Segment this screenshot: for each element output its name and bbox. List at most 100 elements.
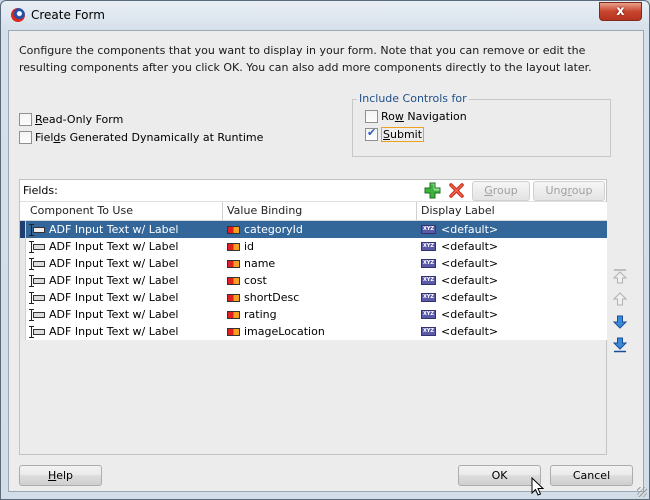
cell-display-label[interactable]: XYZ <default> bbox=[417, 289, 607, 306]
ungroup-button[interactable]: Ungroup bbox=[533, 181, 605, 201]
fields-toolbar: Fields: Group Ungroup bbox=[20, 180, 606, 202]
label-xyz-icon: XYZ bbox=[421, 259, 436, 268]
row-header[interactable] bbox=[20, 323, 26, 340]
row-header[interactable] bbox=[20, 221, 26, 238]
binding-text: categoryId bbox=[244, 223, 303, 236]
input-text-icon bbox=[29, 308, 46, 321]
display-label-text: <default> bbox=[441, 257, 499, 270]
include-controls-group: Include Controls for Row Navigation Subm… bbox=[352, 92, 611, 157]
cell-component[interactable]: ADF Input Text w/ Label bbox=[20, 272, 223, 289]
close-button[interactable]: x bbox=[599, 2, 642, 21]
cell-binding[interactable]: categoryId bbox=[223, 221, 417, 238]
cell-binding[interactable]: shortDesc bbox=[223, 289, 417, 306]
title-bar[interactable]: Create Form x bbox=[1, 1, 649, 29]
table-row[interactable]: ADF Input Text w/ Label imageLocation XYZ <… bbox=[20, 323, 607, 340]
cell-component[interactable]: ADF Input Text w/ Label bbox=[20, 255, 223, 272]
intro-text: Configure the components that you want t… bbox=[19, 44, 592, 74]
component-text: ADF Input Text w/ Label bbox=[49, 257, 179, 270]
cell-display-label[interactable]: XYZ <default> bbox=[417, 272, 607, 289]
row-header[interactable] bbox=[20, 272, 26, 289]
mouse-cursor-icon bbox=[531, 477, 545, 496]
table-row[interactable]: ADF Input Text w/ Label cost XYZ <default> bbox=[20, 272, 607, 289]
input-text-icon bbox=[29, 274, 46, 287]
display-label-text: <default> bbox=[441, 308, 499, 321]
row-header[interactable] bbox=[20, 289, 26, 306]
fields-dynamic-checkbox[interactable]: Fields Generated Dynamically at Runtime bbox=[19, 131, 263, 144]
submit-checkbox[interactable]: Submit bbox=[365, 126, 425, 142]
checkbox-box-checked[interactable] bbox=[365, 126, 378, 141]
cell-binding[interactable]: imageLocation bbox=[223, 323, 417, 340]
input-text-icon bbox=[29, 240, 46, 253]
read-only-form-checkbox[interactable]: Read-Only Form bbox=[19, 113, 123, 126]
cell-component[interactable]: ADF Input Text w/ Label bbox=[20, 306, 223, 323]
cell-display-label[interactable]: XYZ <default> bbox=[417, 238, 607, 255]
move-to-bottom-icon[interactable] bbox=[612, 337, 628, 353]
display-label-text: <default> bbox=[441, 274, 499, 287]
column-header-label[interactable]: Display Label bbox=[417, 202, 607, 220]
cell-component[interactable]: ADF Input Text w/ Label bbox=[20, 289, 223, 306]
move-to-top-icon[interactable] bbox=[612, 268, 628, 284]
cell-display-label[interactable]: XYZ <default> bbox=[417, 306, 607, 323]
attribute-icon bbox=[227, 225, 240, 234]
attribute-icon bbox=[227, 327, 240, 336]
attribute-icon bbox=[227, 276, 240, 285]
label-xyz-icon: XYZ bbox=[421, 293, 436, 302]
row-header[interactable] bbox=[20, 306, 26, 323]
checkbox-box[interactable] bbox=[19, 131, 32, 144]
attribute-icon bbox=[227, 242, 240, 251]
component-text: ADF Input Text w/ Label bbox=[49, 240, 179, 253]
checkbox-label: Fields Generated Dynamically at Runtime bbox=[35, 131, 264, 144]
fields-panel: Fields: Group Ungroup Component To Use V… bbox=[19, 179, 607, 455]
column-header-binding[interactable]: Value Binding bbox=[223, 202, 417, 220]
label-xyz-icon: XYZ bbox=[421, 276, 436, 285]
cell-binding[interactable]: cost bbox=[223, 272, 417, 289]
column-header-component[interactable]: Component To Use bbox=[20, 202, 223, 220]
attribute-icon bbox=[227, 293, 240, 302]
checkbox-box[interactable] bbox=[19, 113, 32, 126]
fields-table: Component To Use Value Binding Display L… bbox=[20, 202, 607, 340]
cell-binding[interactable]: id bbox=[223, 238, 417, 255]
cancel-button[interactable]: Cancel bbox=[550, 465, 633, 486]
cell-component[interactable]: ADF Input Text w/ Label bbox=[20, 221, 223, 238]
table-row[interactable]: ADF Input Text w/ Label rating XYZ <default… bbox=[20, 306, 607, 323]
cell-display-label[interactable]: XYZ <default> bbox=[417, 255, 607, 272]
input-text-icon bbox=[29, 257, 46, 270]
checkbox-label: Read-Only Form bbox=[35, 113, 124, 126]
binding-text: shortDesc bbox=[244, 291, 300, 304]
cell-component[interactable]: ADF Input Text w/ Label bbox=[20, 238, 223, 255]
help-button[interactable]: Help bbox=[19, 465, 102, 486]
component-text: ADF Input Text w/ Label bbox=[49, 325, 179, 338]
cell-binding[interactable]: name bbox=[223, 255, 417, 272]
table-header: Component To Use Value Binding Display L… bbox=[20, 202, 607, 221]
label-xyz-icon: XYZ bbox=[421, 310, 436, 319]
cell-component[interactable]: ADF Input Text w/ Label bbox=[20, 323, 223, 340]
table-row[interactable]: ADF Input Text w/ Label shortDesc XYZ <defa… bbox=[20, 289, 607, 306]
display-label-text: <default> bbox=[441, 291, 499, 304]
add-icon[interactable] bbox=[424, 182, 441, 199]
table-row[interactable]: ADF Input Text w/ Label name XYZ <default> bbox=[20, 255, 607, 272]
checkbox-label: Row Navigation bbox=[381, 110, 467, 123]
create-form-dialog: Create Form x Configure the components t… bbox=[0, 0, 650, 500]
delete-icon[interactable] bbox=[448, 182, 465, 199]
cell-binding[interactable]: rating bbox=[223, 306, 417, 323]
cell-display-label[interactable]: XYZ <default> bbox=[417, 221, 607, 238]
display-label-text: <default> bbox=[441, 325, 499, 338]
ok-button[interactable]: OK bbox=[458, 465, 541, 486]
close-icon: x bbox=[616, 4, 625, 19]
table-row[interactable]: ADF Input Text w/ Label id XYZ <default> bbox=[20, 238, 607, 255]
group-button[interactable]: Group bbox=[472, 181, 530, 201]
row-header[interactable] bbox=[20, 238, 26, 255]
label-xyz-icon: XYZ bbox=[421, 225, 436, 234]
binding-text: id bbox=[244, 240, 255, 253]
row-header[interactable] bbox=[20, 255, 26, 272]
display-label-text: <default> bbox=[441, 240, 499, 253]
move-up-icon[interactable] bbox=[612, 291, 628, 307]
resize-grip[interactable] bbox=[637, 487, 647, 497]
checkbox-box[interactable] bbox=[365, 110, 378, 123]
row-navigation-checkbox[interactable]: Row Navigation bbox=[365, 110, 467, 123]
table-row[interactable]: ADF Input Text w/ Label categoryId XYZ <def… bbox=[20, 221, 607, 238]
cell-display-label[interactable]: XYZ <default> bbox=[417, 323, 607, 340]
move-down-icon[interactable] bbox=[612, 314, 628, 330]
attribute-icon bbox=[227, 310, 240, 319]
group-legend: Include Controls for bbox=[357, 92, 469, 105]
